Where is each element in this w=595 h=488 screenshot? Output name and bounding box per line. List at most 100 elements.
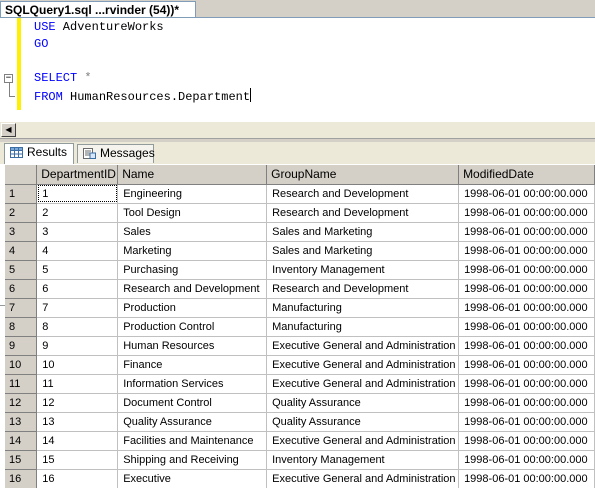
- name-cell[interactable]: Human Resources: [117, 336, 268, 356]
- row-number-cell[interactable]: 11: [5, 374, 38, 394]
- departmentid-cell[interactable]: 15: [36, 450, 119, 470]
- groupname-cell[interactable]: Executive General and Administration: [266, 431, 460, 451]
- departmentid-cell[interactable]: 8: [36, 317, 119, 337]
- name-cell[interactable]: Production Control: [117, 317, 268, 337]
- row-number-cell[interactable]: 9: [5, 336, 38, 356]
- table-row[interactable]: 5 5 Purchasing Inventory Management 1998-06-…: [5, 260, 595, 280]
- table-row[interactable]: 7 7 Production Manufacturing 1998-06-01 00:0…: [5, 298, 595, 318]
- groupname-cell[interactable]: Executive General and Administration: [266, 355, 460, 375]
- name-cell[interactable]: Executive: [117, 469, 268, 488]
- editor-horizontal-scrollbar[interactable]: ◀: [0, 122, 595, 138]
- name-cell[interactable]: Finance: [117, 355, 268, 375]
- grid-corner-cell[interactable]: [5, 165, 38, 185]
- row-number-cell[interactable]: 15: [5, 450, 38, 470]
- departmentid-cell[interactable]: 2: [36, 203, 119, 223]
- name-cell[interactable]: Document Control: [117, 393, 268, 413]
- modifieddate-cell[interactable]: 1998-06-01 00:00:00.000: [458, 412, 595, 432]
- departmentid-cell[interactable]: 11: [36, 374, 119, 394]
- row-number-cell[interactable]: 14: [5, 431, 38, 451]
- row-number-cell[interactable]: 5: [5, 260, 38, 280]
- name-cell[interactable]: Production: [117, 298, 268, 318]
- query-editor[interactable]: − USE AdventureWorks GO SELECT * FROM Hu…: [0, 18, 595, 122]
- groupname-cell[interactable]: Executive General and Administration: [266, 374, 460, 394]
- departmentid-cell[interactable]: 16: [36, 469, 119, 488]
- modifieddate-cell[interactable]: 1998-06-01 00:00:00.000: [458, 241, 595, 261]
- table-row[interactable]: 14 14 Facilities and Maintenance Executive …: [5, 431, 595, 451]
- modifieddate-cell[interactable]: 1998-06-01 00:00:00.000: [458, 279, 595, 299]
- row-number-cell[interactable]: 4: [5, 241, 38, 261]
- modifieddate-cell[interactable]: 1998-06-01 00:00:00.000: [458, 298, 595, 318]
- row-number-cell[interactable]: 16: [5, 469, 38, 488]
- name-cell[interactable]: Tool Design: [117, 203, 268, 223]
- row-number-cell[interactable]: 10: [5, 355, 38, 375]
- groupname-cell[interactable]: Sales and Marketing: [266, 222, 460, 242]
- name-cell[interactable]: Research and Development: [117, 279, 268, 299]
- row-number-cell[interactable]: 2: [5, 203, 38, 223]
- modifieddate-cell[interactable]: 1998-06-01 00:00:00.000: [458, 184, 595, 204]
- scroll-left-arrow-icon[interactable]: ◀: [1, 123, 16, 137]
- departmentid-cell[interactable]: 13: [36, 412, 119, 432]
- modifieddate-cell[interactable]: 1998-06-01 00:00:00.000: [458, 260, 595, 280]
- departmentid-cell[interactable]: 10: [36, 355, 119, 375]
- modifieddate-cell[interactable]: 1998-06-01 00:00:00.000: [458, 374, 595, 394]
- table-row[interactable]: 4 4 Marketing Sales and Marketing 1998-06-01…: [5, 241, 595, 261]
- column-header-departmentid[interactable]: DepartmentID: [36, 165, 119, 185]
- name-cell[interactable]: Purchasing: [117, 260, 268, 280]
- modifieddate-cell[interactable]: 1998-06-01 00:00:00.000: [458, 222, 595, 242]
- name-cell[interactable]: Shipping and Receiving: [117, 450, 268, 470]
- departmentid-cell[interactable]: 9: [36, 336, 119, 356]
- row-number-cell[interactable]: 7: [5, 298, 38, 318]
- departmentid-cell[interactable]: 7: [36, 298, 119, 318]
- table-row[interactable]: 2 2 Tool Design Research and Development 199…: [5, 203, 595, 223]
- groupname-cell[interactable]: Executive General and Administration: [266, 336, 460, 356]
- departmentid-cell[interactable]: 6: [36, 279, 119, 299]
- groupname-cell[interactable]: Research and Development: [266, 203, 460, 223]
- modifieddate-cell[interactable]: 1998-06-01 00:00:00.000: [458, 393, 595, 413]
- groupname-cell[interactable]: Research and Development: [266, 279, 460, 299]
- modifieddate-cell[interactable]: 1998-06-01 00:00:00.000: [458, 336, 595, 356]
- name-cell[interactable]: Quality Assurance: [117, 412, 268, 432]
- table-row[interactable]: 3 3 Sales Sales and Marketing 1998-06-01 00:…: [5, 222, 595, 242]
- row-number-cell[interactable]: 3: [5, 222, 38, 242]
- table-row[interactable]: 9 9 Human Resources Executive General and A…: [5, 336, 595, 356]
- row-number-cell[interactable]: 12: [5, 393, 38, 413]
- departmentid-cell[interactable]: 1: [36, 184, 119, 204]
- row-number-cell[interactable]: 13: [5, 412, 38, 432]
- table-row[interactable]: 13 13 Quality Assurance Quality Assurance 19…: [5, 412, 595, 432]
- groupname-cell[interactable]: Executive General and Administration: [266, 469, 460, 488]
- table-row[interactable]: 10 10 Finance Executive General and Adminis…: [5, 355, 595, 375]
- departmentid-cell[interactable]: 4: [36, 241, 119, 261]
- name-cell[interactable]: Marketing: [117, 241, 268, 261]
- name-cell[interactable]: Information Services: [117, 374, 268, 394]
- groupname-cell[interactable]: Inventory Management: [266, 450, 460, 470]
- groupname-cell[interactable]: Quality Assurance: [266, 393, 460, 413]
- groupname-cell[interactable]: Quality Assurance: [266, 412, 460, 432]
- table-row[interactable]: 1 1 Engineering Research and Development 199…: [5, 184, 595, 204]
- departmentid-cell[interactable]: 3: [36, 222, 119, 242]
- groupname-cell[interactable]: Sales and Marketing: [266, 241, 460, 261]
- table-row[interactable]: 12 12 Document Control Quality Assurance 199…: [5, 393, 595, 413]
- collapse-outline-icon[interactable]: −: [4, 74, 13, 83]
- name-cell[interactable]: Sales: [117, 222, 268, 242]
- groupname-cell[interactable]: Manufacturing: [266, 298, 460, 318]
- query-document-tab[interactable]: SQLQuery1.sql ...rvinder (54))*: [0, 1, 196, 18]
- departmentid-cell[interactable]: 14: [36, 431, 119, 451]
- table-row[interactable]: 15 15 Shipping and Receiving Inventory Mana…: [5, 450, 595, 470]
- modifieddate-cell[interactable]: 1998-06-01 00:00:00.000: [458, 431, 595, 451]
- groupname-cell[interactable]: Manufacturing: [266, 317, 460, 337]
- departmentid-cell[interactable]: 12: [36, 393, 119, 413]
- tab-messages[interactable]: Messages: [77, 144, 155, 163]
- row-number-cell[interactable]: 1: [5, 184, 38, 204]
- modifieddate-cell[interactable]: 1998-06-01 00:00:00.000: [458, 355, 595, 375]
- groupname-cell[interactable]: Research and Development: [266, 184, 460, 204]
- modifieddate-cell[interactable]: 1998-06-01 00:00:00.000: [458, 317, 595, 337]
- results-grid[interactable]: DepartmentID Name GroupName ModifiedDate…: [5, 165, 595, 488]
- row-number-cell[interactable]: 6: [5, 279, 38, 299]
- name-cell[interactable]: Facilities and Maintenance: [117, 431, 268, 451]
- table-row[interactable]: 11 11 Information Services Executive Genera…: [5, 374, 595, 394]
- tab-results[interactable]: Results: [4, 143, 74, 164]
- departmentid-cell[interactable]: 5: [36, 260, 119, 280]
- modifieddate-cell[interactable]: 1998-06-01 00:00:00.000: [458, 469, 595, 488]
- column-header-groupname[interactable]: GroupName: [266, 165, 460, 185]
- column-header-name[interactable]: Name: [117, 165, 268, 185]
